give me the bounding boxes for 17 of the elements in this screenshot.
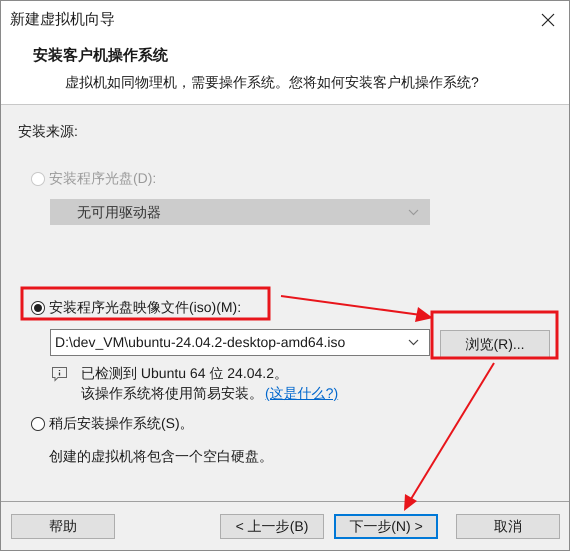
page-heading: 安装客户机操作系统 xyxy=(33,46,168,66)
section-label: 安装来源: xyxy=(18,122,78,141)
dialog-button[interactable]: < 上一步(B) xyxy=(220,514,324,538)
page-description: 虚拟机如同物理机，需要操作系统。您将如何安装客户机操作系统? xyxy=(65,72,479,92)
dialog-button[interactable]: 下一步(N) > xyxy=(334,514,438,538)
help-link[interactable]: (这是什么?) xyxy=(265,383,338,403)
install-note: 该操作系统将使用简易安装。 xyxy=(81,384,263,403)
browse-button[interactable]: 浏览(R)... xyxy=(440,330,550,359)
window-title: 新建虚拟机向导 xyxy=(10,10,115,30)
detection-text: 已检测到 Ubuntu 64 位 24.04.2。 xyxy=(81,364,288,383)
radio-label: 安装程序光盘(D): xyxy=(49,169,156,188)
path-combo-field[interactable]: D:\dev_VM\ubuntu-24.04.2-desktop-amd64.iso xyxy=(50,329,430,356)
radio-label: 安装程序光盘映像文件(iso)(M): xyxy=(49,298,242,317)
dialog-button[interactable]: 帮助 xyxy=(11,514,115,538)
radio-label: 稍后安装操作系统(S)。 xyxy=(49,414,194,433)
dialog-button[interactable]: 取消 xyxy=(456,514,560,538)
option-note: 创建的虚拟机将包含一个空白硬盘。 xyxy=(49,447,273,466)
